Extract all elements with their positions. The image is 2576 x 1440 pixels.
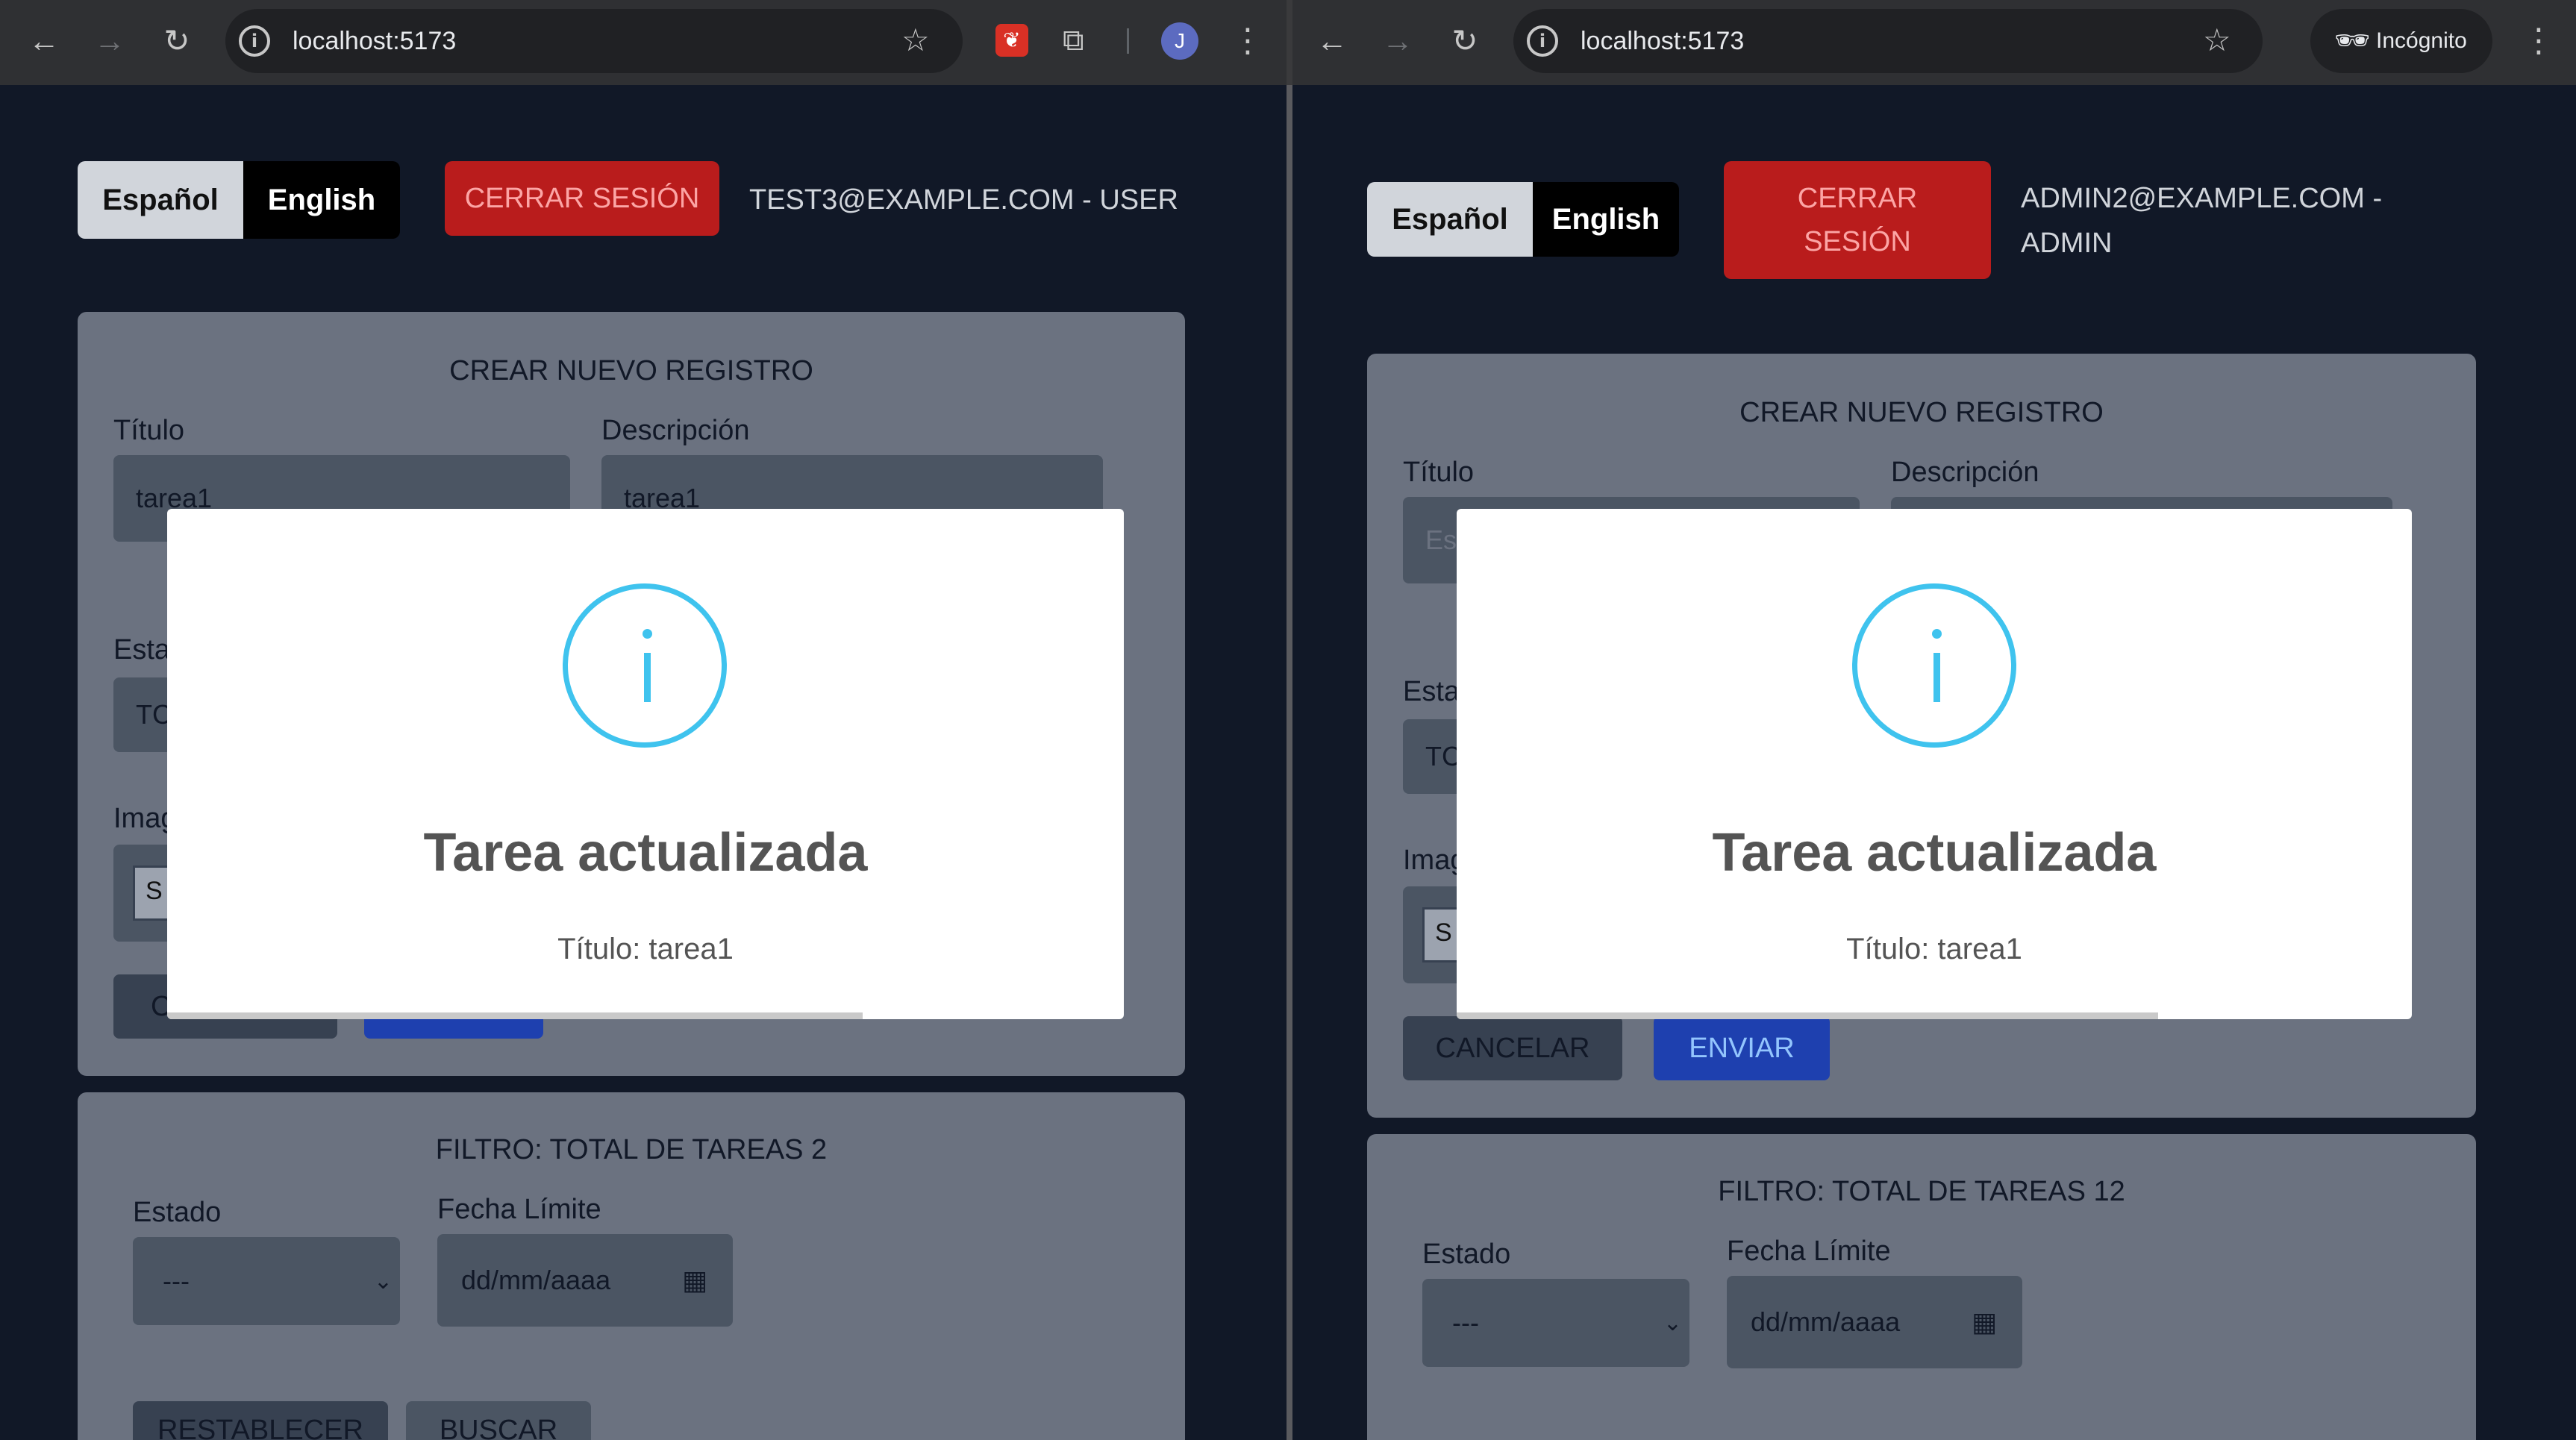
info-icon [1852, 583, 2016, 748]
user-email: ADMIN2@EXAMPLE.COM - ADMIN [2021, 176, 2382, 266]
logout-button[interactable]: CERRAR SESIÓN [445, 161, 719, 236]
browser-toolbar: ← → ↻ i localhost:5173 ☆ ❦ ⧉ J ⋮ [0, 0, 1287, 85]
reload-icon[interactable]: ↻ [1440, 16, 1489, 66]
bookmark-star-icon[interactable]: ☆ [901, 19, 930, 61]
filter-title: FILTRO: TOTAL DE TAREAS 12 [1718, 1176, 2125, 1207]
browser-toolbar: ← → ↻ i localhost:5173 ☆ 🕶 Incógnito ⋮ [1292, 0, 2576, 85]
send-button[interactable]: ENVIAR [1654, 1016, 1830, 1080]
address-bar[interactable]: i localhost:5173 ☆ [1513, 9, 2263, 73]
logout-line1: CERRAR [1797, 183, 1918, 214]
menu-kebab-icon[interactable]: ⋮ [1231, 16, 1264, 66]
lang-es-button[interactable]: Español [78, 161, 243, 239]
estado-value: TC [136, 699, 172, 730]
titulo-placeholder: Es [1425, 525, 1457, 555]
back-icon[interactable]: ← [1307, 16, 1357, 66]
user-email: TEST3@EXAMPLE.COM - USER [749, 184, 1178, 216]
info-modal: Tarea actualizada Título: tarea1 [167, 509, 1124, 1019]
filter-estado-select[interactable]: --- ⌄ [1422, 1279, 1689, 1367]
descripcion-label: Descripción [601, 415, 750, 446]
titulo-label: Título [1403, 457, 1475, 488]
modal-title: Tarea actualizada [1712, 823, 2157, 883]
modal-timer-bar [167, 1012, 863, 1019]
create-record-title: CREAR NUEVO REGISTRO [449, 355, 813, 386]
forward-icon[interactable]: → [85, 16, 134, 66]
window-divider [1287, 0, 1292, 1440]
bookmark-star-icon[interactable]: ☆ [2203, 19, 2231, 61]
modal-timer-bar [1457, 1012, 2158, 1019]
filter-card: FILTRO: TOTAL DE TAREAS 2 Estado --- ⌄ F… [78, 1092, 1185, 1440]
filter-estado-value: --- [1452, 1307, 1479, 1338]
reset-button[interactable]: RESTABLECER [133, 1401, 388, 1440]
filter-estado-label: Estado [133, 1197, 222, 1228]
fecha-limite-input[interactable]: dd/mm/aaaa ▦ [1727, 1276, 2022, 1368]
chevron-down-icon: ⌄ [1663, 1310, 1682, 1336]
incognito-icon: 🕶 [2334, 25, 2371, 57]
site-info-icon[interactable]: i [239, 25, 270, 57]
user-line1: ADMIN2@EXAMPLE.COM - [2021, 183, 2383, 214]
filter-estado-value: --- [163, 1265, 190, 1296]
descripcion-label: Descripción [1891, 457, 2039, 488]
logout-button[interactable]: CERRAR SESIÓN [1724, 161, 1991, 279]
chevron-down-icon: ⌄ [373, 1268, 393, 1294]
profile-avatar[interactable]: J [1161, 22, 1198, 60]
fecha-limite-label: Fecha Límite [1727, 1236, 1891, 1267]
forward-icon[interactable]: → [1373, 16, 1422, 66]
fecha-limite-label: Fecha Límite [437, 1194, 601, 1225]
lang-es-button[interactable]: Español [1367, 182, 1533, 257]
lang-en-button[interactable]: English [243, 161, 400, 239]
url-text[interactable]: localhost:5173 [293, 22, 456, 60]
info-icon [563, 583, 727, 748]
calendar-icon[interactable]: ▦ [682, 1234, 707, 1327]
calendar-icon[interactable]: ▦ [1972, 1276, 1997, 1368]
menu-kebab-icon[interactable]: ⋮ [2522, 16, 2555, 66]
estado-label: Esta [1403, 676, 1460, 707]
cancel-button[interactable]: CANCELAR [1403, 1016, 1622, 1080]
fecha-placeholder: dd/mm/aaaa [1751, 1306, 1901, 1337]
reload-icon[interactable]: ↻ [152, 16, 201, 66]
filter-title: FILTRO: TOTAL DE TAREAS 2 [435, 1134, 828, 1165]
estado-label: Esta [113, 634, 171, 666]
site-info-icon[interactable]: i [1527, 25, 1558, 57]
modal-title: Tarea actualizada [423, 823, 868, 883]
logout-line2: SESIÓN [1804, 226, 1911, 257]
address-bar[interactable]: i localhost:5173 ☆ [225, 9, 963, 73]
back-icon[interactable]: ← [19, 16, 69, 66]
language-toggle: Español English [78, 161, 400, 239]
user-line2: ADMIN [2021, 228, 2113, 259]
toolbar-separator [1127, 28, 1129, 54]
titulo-label: Título [113, 415, 185, 446]
filter-estado-label: Estado [1422, 1239, 1511, 1270]
left-browser-window: ← → ↻ i localhost:5173 ☆ ❦ ⧉ J ⋮ Español… [0, 0, 1287, 1440]
incognito-label: Incógnito [2376, 28, 2467, 53]
right-browser-window: ← → ↻ i localhost:5173 ☆ 🕶 Incógnito ⋮ E… [1292, 0, 2576, 1440]
fecha-placeholder: dd/mm/aaaa [461, 1265, 611, 1295]
modal-text: Título: tarea1 [1846, 933, 2022, 965]
search-button[interactable]: BUSCAR [406, 1401, 591, 1440]
info-modal: Tarea actualizada Título: tarea1 [1457, 509, 2412, 1019]
modal-text: Título: tarea1 [557, 933, 734, 965]
extension-icon[interactable]: ❦ [995, 24, 1028, 57]
lang-en-button[interactable]: English [1533, 182, 1679, 257]
extensions-puzzle-icon[interactable]: ⧉ [1063, 19, 1084, 61]
filter-estado-select[interactable]: --- ⌄ [133, 1237, 400, 1325]
url-text[interactable]: localhost:5173 [1581, 22, 1744, 60]
fecha-limite-input[interactable]: dd/mm/aaaa ▦ [437, 1234, 733, 1327]
language-toggle: Español English [1367, 182, 1679, 257]
incognito-badge[interactable]: 🕶 Incógnito [2310, 9, 2492, 73]
estado-value: TC [1425, 741, 1461, 771]
create-record-title: CREAR NUEVO REGISTRO [1739, 397, 2104, 428]
filter-card: FILTRO: TOTAL DE TAREAS 12 Estado --- ⌄ … [1367, 1134, 2476, 1440]
